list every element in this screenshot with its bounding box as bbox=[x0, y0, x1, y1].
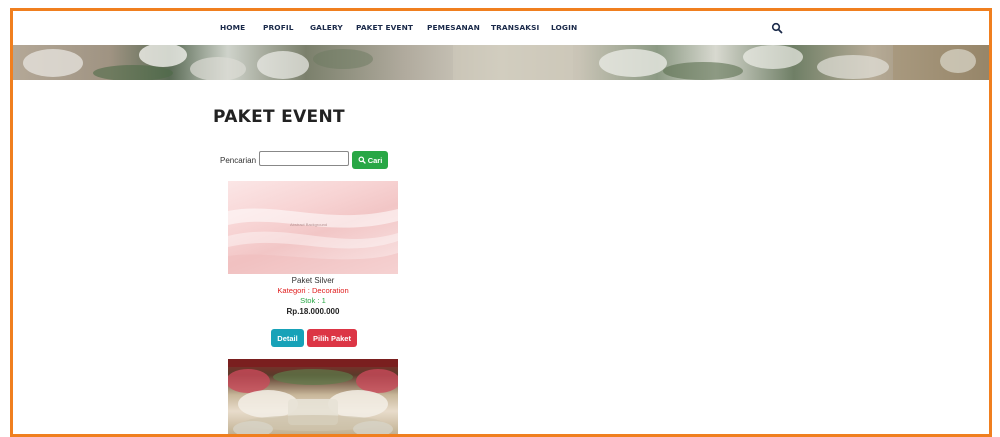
search-icon bbox=[358, 156, 366, 164]
page-title: PAKET EVENT bbox=[213, 107, 345, 127]
nav-login[interactable]: LOGIN bbox=[551, 23, 577, 32]
product-image: Abstract Background bbox=[228, 181, 398, 274]
search-input[interactable] bbox=[259, 151, 349, 166]
scrollbar[interactable] bbox=[991, 45, 992, 434]
nav-pemesanan[interactable]: PEMESANAN bbox=[427, 23, 480, 32]
product-category: Kategori : Decoration bbox=[277, 286, 349, 295]
search-icon[interactable] bbox=[771, 21, 783, 34]
nav-galery[interactable]: GALERY bbox=[310, 23, 343, 32]
nav-profil[interactable]: PROFIL bbox=[263, 23, 294, 32]
search-button-label: Cari bbox=[367, 155, 383, 165]
search-label: Pencarian : bbox=[220, 156, 261, 165]
search-button[interactable]: Cari bbox=[352, 151, 388, 169]
browser-viewport: HOME PROFIL GALERY PAKET EVENT PEMESANAN… bbox=[10, 8, 992, 437]
top-navbar: HOME PROFIL GALERY PAKET EVENT PEMESANAN… bbox=[13, 11, 989, 45]
product-image-caption: Abstract Background bbox=[290, 222, 328, 227]
select-package-button[interactable]: Pilih Paket bbox=[307, 329, 357, 347]
product-stock: Stok : 1 bbox=[300, 296, 326, 305]
product-name: Paket Silver bbox=[291, 276, 335, 285]
nav-transaksi[interactable]: TRANSAKSI bbox=[491, 23, 539, 32]
header-banner-image bbox=[13, 45, 989, 80]
nav-paket-event[interactable]: PAKET EVENT bbox=[356, 23, 413, 32]
product-image bbox=[228, 359, 398, 434]
product-price: Rp.18.000.000 bbox=[286, 307, 340, 316]
detail-button[interactable]: Detail bbox=[271, 329, 304, 347]
nav-home[interactable]: HOME bbox=[220, 23, 245, 32]
